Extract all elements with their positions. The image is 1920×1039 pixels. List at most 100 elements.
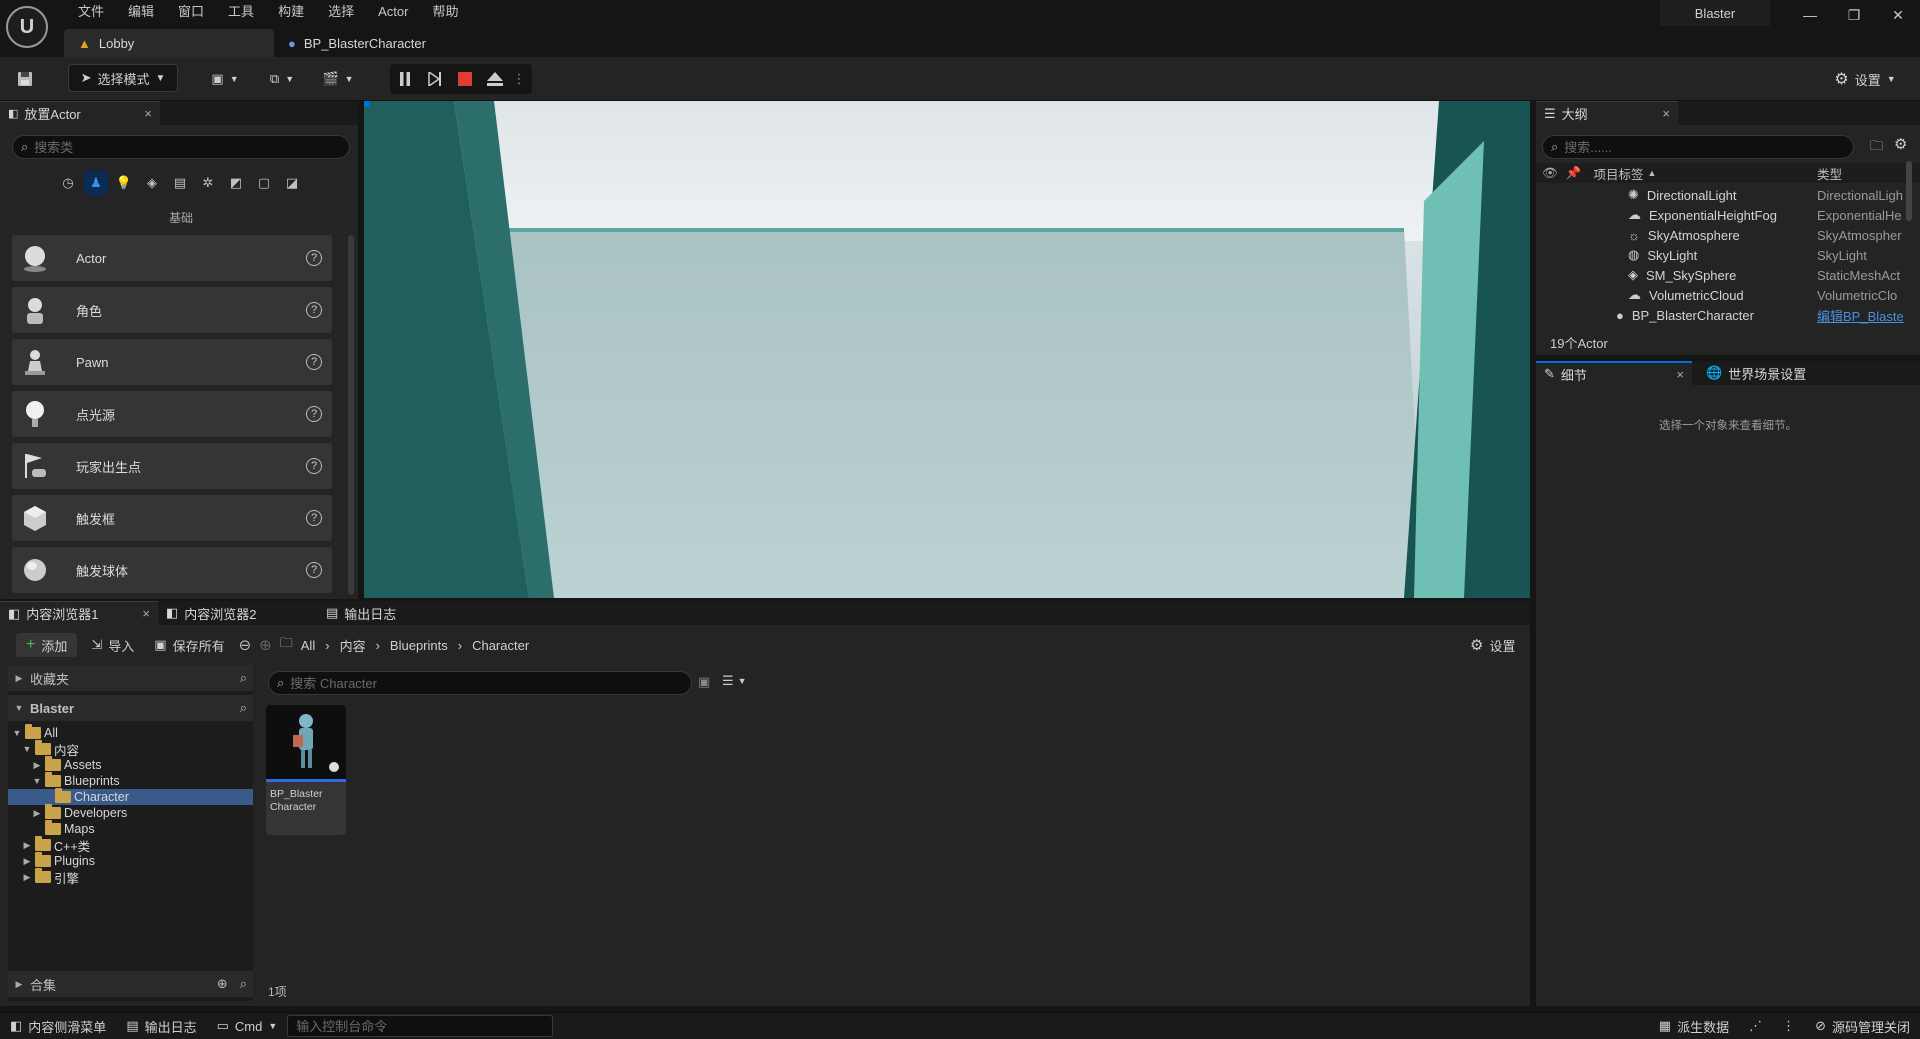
add-content-button[interactable]: ▣ ▼ <box>205 65 245 93</box>
tab-bp-blaster-character[interactable]: ● BP_BlasterCharacter <box>274 29 440 57</box>
select-mode-button[interactable]: ➤ 选择模式 ▼ <box>68 64 178 92</box>
help-icon[interactable]: ? <box>306 510 322 526</box>
help-icon[interactable]: ? <box>306 250 322 266</box>
visual-effects-icon[interactable]: ✲ <box>196 171 220 195</box>
class-search-input[interactable] <box>34 139 341 155</box>
output-log-button[interactable]: ▤ 输出日志 <box>116 1013 206 1039</box>
console-command-input[interactable] <box>296 1018 545 1034</box>
blueprint-button[interactable]: ⧉ ▼ <box>262 65 302 93</box>
place-actors-scrollbar[interactable] <box>348 235 354 595</box>
more-options-icon[interactable]: ⋮ <box>510 65 528 93</box>
cinematics-button[interactable]: 🎬 ▼ <box>318 65 358 93</box>
menu-window[interactable]: 窗口 <box>166 2 216 22</box>
all-classes-icon[interactable]: ◪ <box>280 171 304 195</box>
geometry-icon[interactable]: ◩ <box>224 171 248 195</box>
collections-header[interactable]: ▶ 合集 ⊕ ⌕ <box>8 971 253 997</box>
more-icon[interactable]: ⋮ <box>1772 1013 1805 1039</box>
edit-blueprint-link[interactable]: 编辑BP_Blaste <box>1817 306 1909 325</box>
outliner-row[interactable]: ◍ SkyLight SkyLight <box>1536 245 1916 265</box>
tree-item-content[interactable]: ▼ 内容 <box>8 740 253 758</box>
pause-icon[interactable] <box>390 65 420 93</box>
actor-item-player-start[interactable]: 玩家出生点 ? <box>12 443 332 489</box>
tree-item-cpp-classes[interactable]: ▶ C++类 <box>8 836 253 854</box>
breadcrumb-content[interactable]: 内容 <box>340 636 366 655</box>
tree-item-plugins[interactable]: ▶ Plugins <box>8 852 253 869</box>
tree-item-maps[interactable]: Maps <box>8 820 253 837</box>
outliner-search[interactable]: ⌕ <box>1542 135 1854 159</box>
close-icon[interactable]: ✕ <box>1876 0 1920 30</box>
cmd-dropdown[interactable]: ▭ Cmd ▼ <box>207 1013 288 1039</box>
console-command[interactable] <box>287 1015 554 1037</box>
restore-icon[interactable]: ❐ <box>1832 0 1876 30</box>
tab-place-actors[interactable]: ◧ 放置Actor × <box>0 101 160 125</box>
content-drawer-button[interactable]: ◧ 内容侧滑菜单 <box>0 1013 116 1039</box>
shapes-icon[interactable]: ◈ <box>140 171 164 195</box>
close-icon[interactable]: × <box>1676 367 1684 382</box>
save-search-icon[interactable]: ▣ <box>698 674 710 690</box>
outliner-row[interactable]: ☁ ExponentialHeightFog ExponentialHe <box>1536 205 1916 225</box>
add-button[interactable]: + 添加 <box>16 633 78 657</box>
project-header[interactable]: ▼ Blaster ⌕ <box>8 695 253 721</box>
tab-lobby[interactable]: ▲ Lobby <box>64 29 274 57</box>
minimize-icon[interactable]: — <box>1788 0 1832 30</box>
tab-output-log[interactable]: ▤ 输出日志 <box>318 601 404 625</box>
unreal-logo-icon[interactable]: U <box>6 6 48 48</box>
actor-item-actor[interactable]: Actor ? <box>12 235 332 281</box>
lights-icon[interactable]: 💡 <box>112 171 136 195</box>
asset-search[interactable]: ⌕ <box>268 671 692 695</box>
outliner-row[interactable]: ☼ SkyAtmosphere SkyAtmospher <box>1536 225 1916 245</box>
tab-world-settings[interactable]: 🌐 世界场景设置 <box>1698 361 1814 385</box>
menu-tools[interactable]: 工具 <box>216 2 266 22</box>
close-icon[interactable]: × <box>1662 106 1670 121</box>
tree-item-assets[interactable]: ▶ Assets <box>8 756 253 773</box>
tree-item-character[interactable]: Character <box>8 788 253 805</box>
tree-item-blueprints[interactable]: ▼ Blueprints <box>8 772 253 789</box>
add-collection-icon[interactable]: ⊕ <box>217 976 228 992</box>
stop-icon[interactable] <box>450 65 480 93</box>
content-browser-settings-button[interactable]: ⚙ 设置 <box>1464 633 1521 657</box>
filter-button[interactable]: ☰ ▼ <box>722 673 747 689</box>
tab-content-browser-1[interactable]: ◧ 内容浏览器1 × <box>0 601 158 625</box>
actor-item-trigger-sphere[interactable]: 触发球体 ? <box>12 547 332 593</box>
menu-actor[interactable]: Actor <box>366 2 420 22</box>
actor-item-pawn[interactable]: Pawn ? <box>12 339 332 385</box>
search-icon[interactable]: ⌕ <box>240 976 247 992</box>
add-folder-icon[interactable]: 🗀 <box>1870 137 1883 159</box>
basic-icon[interactable]: ♟ <box>84 171 108 195</box>
menu-file[interactable]: 文件 <box>66 2 116 22</box>
asset-tile-bp-blaster-character[interactable]: BP_Blaster Character <box>266 705 346 835</box>
help-icon[interactable]: ? <box>306 406 322 422</box>
tab-outliner[interactable]: ☰ 大纲 × <box>1536 101 1678 125</box>
breadcrumb-character[interactable]: Character <box>472 638 529 653</box>
notifications-icon[interactable]: ⋰ <box>1739 1013 1772 1039</box>
save-all-button[interactable]: ▣ 保存所有 <box>148 633 230 657</box>
favorites-header[interactable]: ▶ 收藏夹 ⌕ <box>8 665 253 691</box>
cinematic-icon[interactable]: ▤ <box>168 171 192 195</box>
save-icon[interactable] <box>12 65 38 93</box>
help-icon[interactable]: ? <box>306 458 322 474</box>
eject-icon[interactable] <box>480 65 510 93</box>
breadcrumb-blueprints[interactable]: Blueprints <box>390 638 448 653</box>
help-icon[interactable]: ? <box>306 562 322 578</box>
help-icon[interactable]: ? <box>306 302 322 318</box>
tab-details[interactable]: ✎ 细节 × <box>1536 361 1692 385</box>
pin-icon[interactable]: 📌 <box>1566 166 1582 181</box>
menu-edit[interactable]: 编辑 <box>116 2 166 22</box>
actor-item-point-light[interactable]: 点光源 ? <box>12 391 332 437</box>
gear-icon[interactable]: ⚙ <box>1894 135 1907 153</box>
tree-item-engine[interactable]: ▶ 引擎 <box>8 868 253 886</box>
help-icon[interactable]: ? <box>306 354 322 370</box>
search-icon[interactable]: ⌕ <box>240 670 247 686</box>
search-icon[interactable]: ⌕ <box>240 700 247 716</box>
visibility-icon[interactable]: 👁 <box>1542 166 1558 181</box>
settings-button[interactable]: ⚙ 设置 ▼ <box>1828 65 1902 93</box>
level-viewport[interactable] <box>364 101 1530 598</box>
menu-select[interactable]: 选择 <box>316 2 366 22</box>
forward-icon[interactable]: ⊕ <box>259 636 272 654</box>
tab-content-browser-2[interactable]: ◧ 内容浏览器2 <box>158 601 318 625</box>
source-control-button[interactable]: ⊘ 源码管理关闭 <box>1805 1013 1920 1039</box>
outliner-row[interactable]: ✺ DirectionalLight DirectionalLigh <box>1536 185 1916 205</box>
tree-item-all[interactable]: ▼ All <box>8 724 253 741</box>
outliner-row[interactable]: ● BP_BlasterCharacter 编辑BP_Blaste <box>1536 305 1916 325</box>
column-item-label[interactable]: 项目标签 <box>1593 164 1643 183</box>
